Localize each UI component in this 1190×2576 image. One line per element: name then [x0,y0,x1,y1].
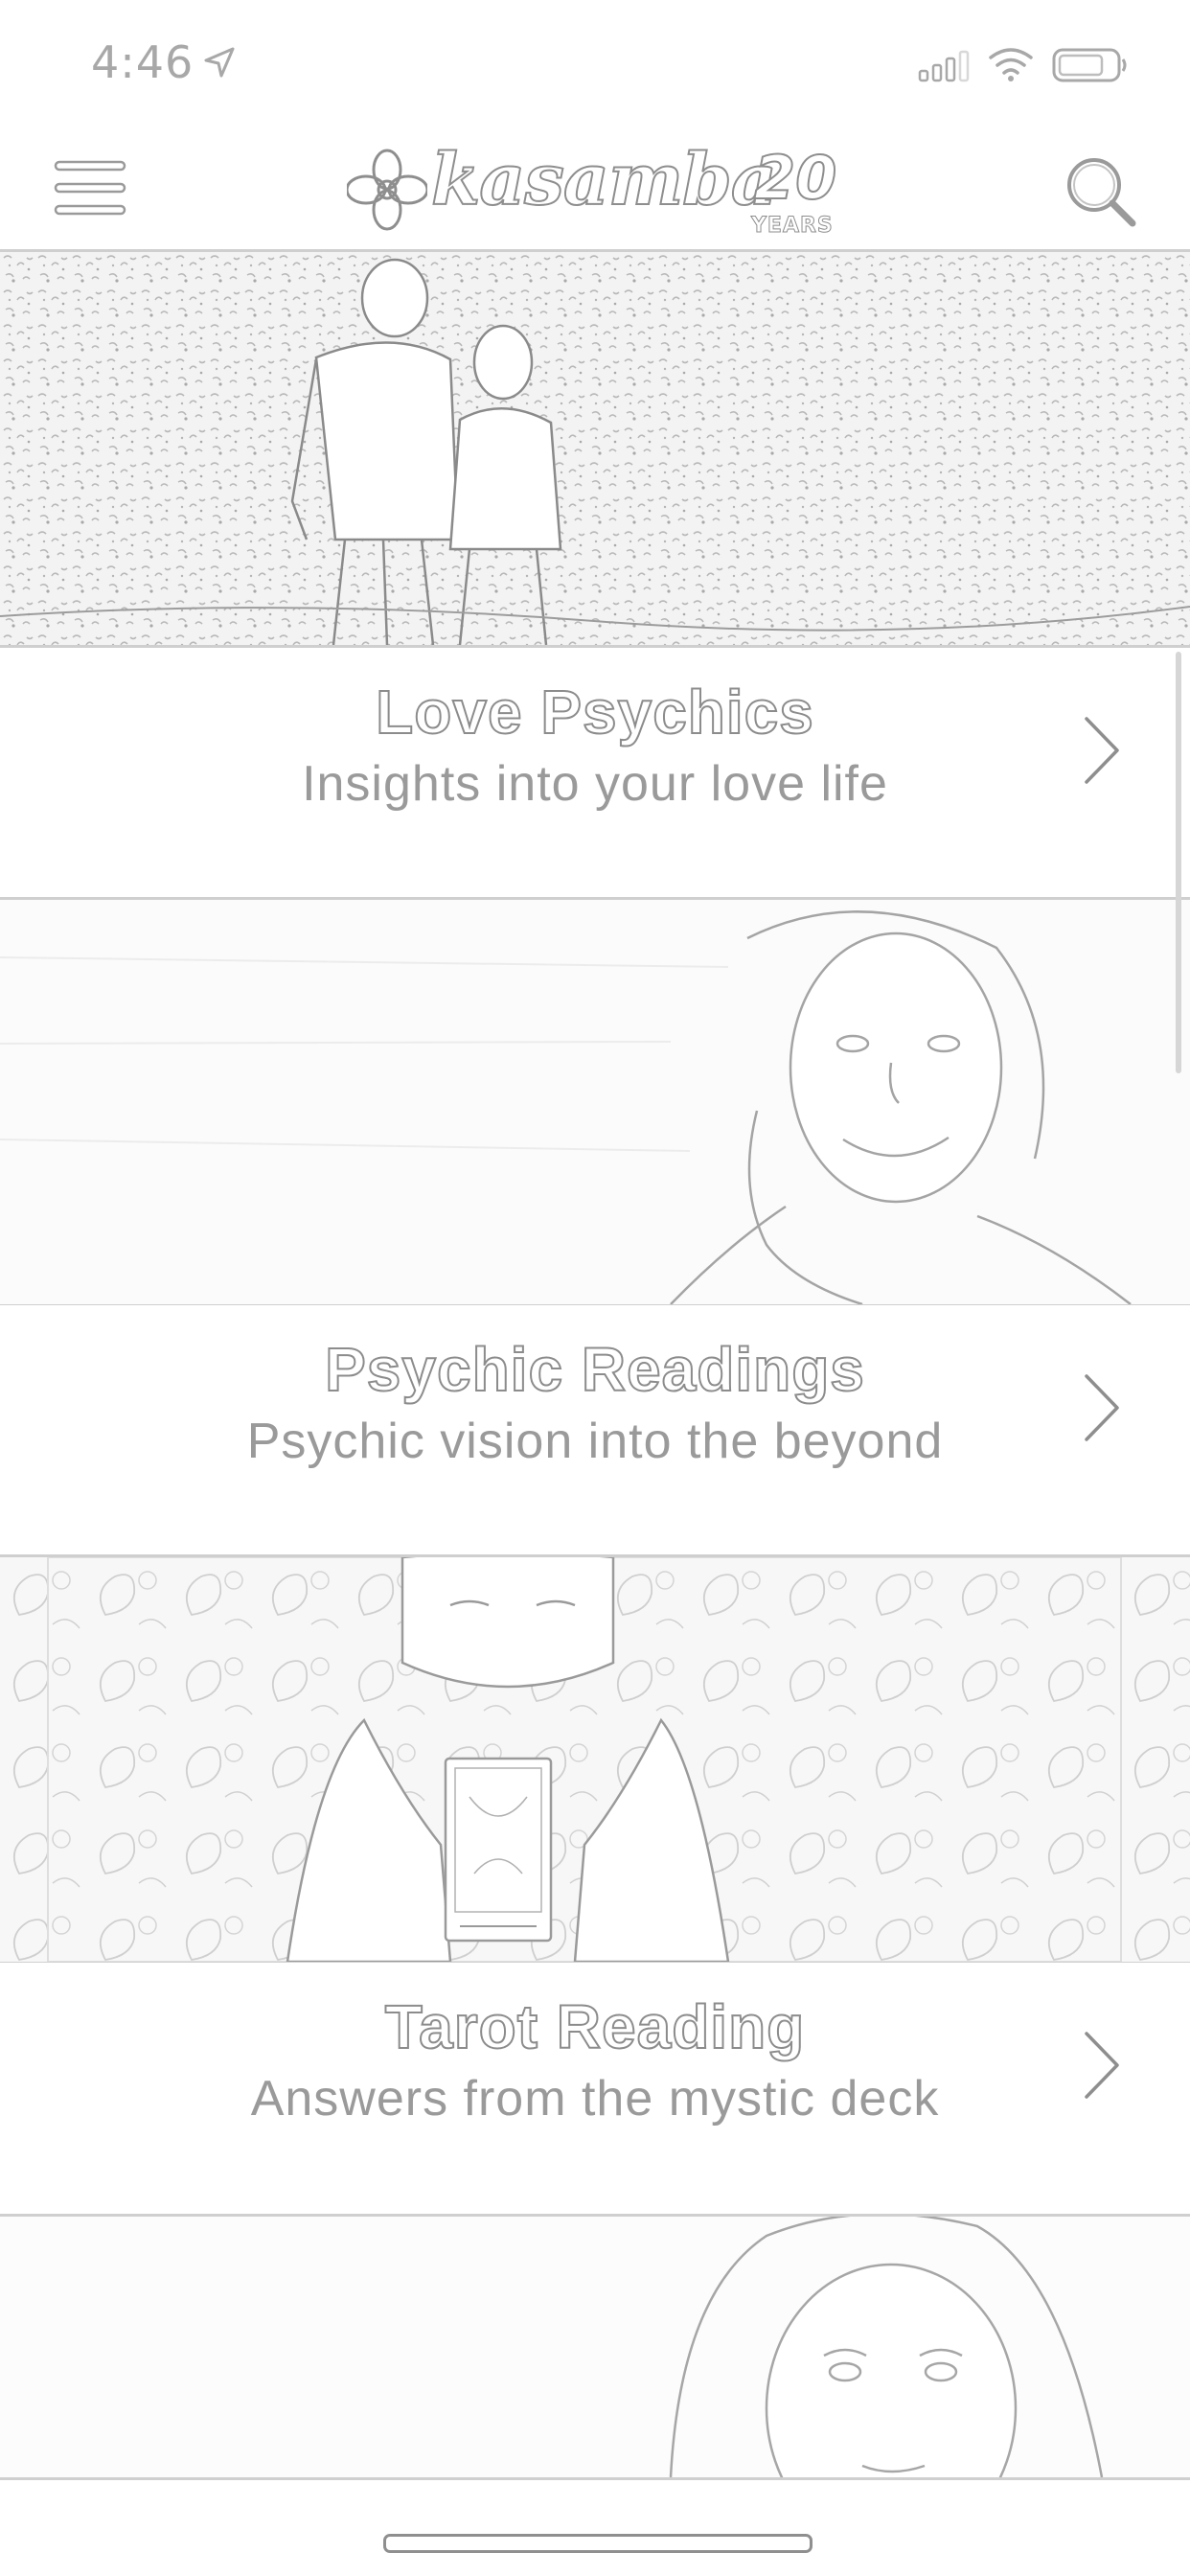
category-psychic-readings[interactable]: Psychic Readings Psychic vision into the… [0,1305,1190,1554]
category-title: Tarot Reading [384,1991,806,2062]
category-title: Psychic Readings [324,1334,865,1405]
logo-wordmark: kasamba [430,138,778,222]
flower-logo-icon [347,149,427,231]
wifi-icon [989,48,1033,81]
kasamba-logo: kasamba 20 YEARS [347,138,845,244]
location-arrow-icon [204,47,235,78]
chevron-right-icon [1085,717,1119,784]
category-subtitle: Insights into your love life [302,756,888,812]
couple-walking-photo[interactable] [0,252,1190,648]
search-icon[interactable] [1064,154,1136,227]
status-time: 4:46 [91,36,195,88]
category-subtitle: Answers from the mystic deck [250,2071,940,2127]
home-indicator[interactable] [383,2534,812,2553]
woman-portrait-photo[interactable] [0,2214,1190,2480]
chevron-right-icon [1085,1374,1119,1441]
app-header: kasamba 20 YEARS [0,129,1190,252]
smiling-woman-photo[interactable] [0,897,1190,1307]
tarot-card-photo[interactable] [0,1554,1190,1965]
category-subtitle: Psychic vision into the beyond [246,1414,944,1469]
hamburger-menu-icon[interactable] [54,158,128,218]
logo-years-number: 20 [753,142,837,214]
logo-years-word: YEARS [751,214,834,239]
scroll-indicator[interactable] [1176,652,1181,1073]
status-bar: 4:46 [0,0,1190,129]
chevron-right-icon [1085,2032,1119,2099]
battery-icon [1052,48,1127,82]
category-title: Love Psychics [375,677,814,748]
cellular-signal-icon [918,50,970,82]
category-love-psychics[interactable]: Love Psychics Insights into your love li… [0,648,1190,897]
app-screen: 4:46 kasamba 20 YEARS Love Psychics Insi… [0,0,1190,2576]
category-tarot-reading[interactable]: Tarot Reading Answers from the mystic de… [0,1963,1190,2212]
